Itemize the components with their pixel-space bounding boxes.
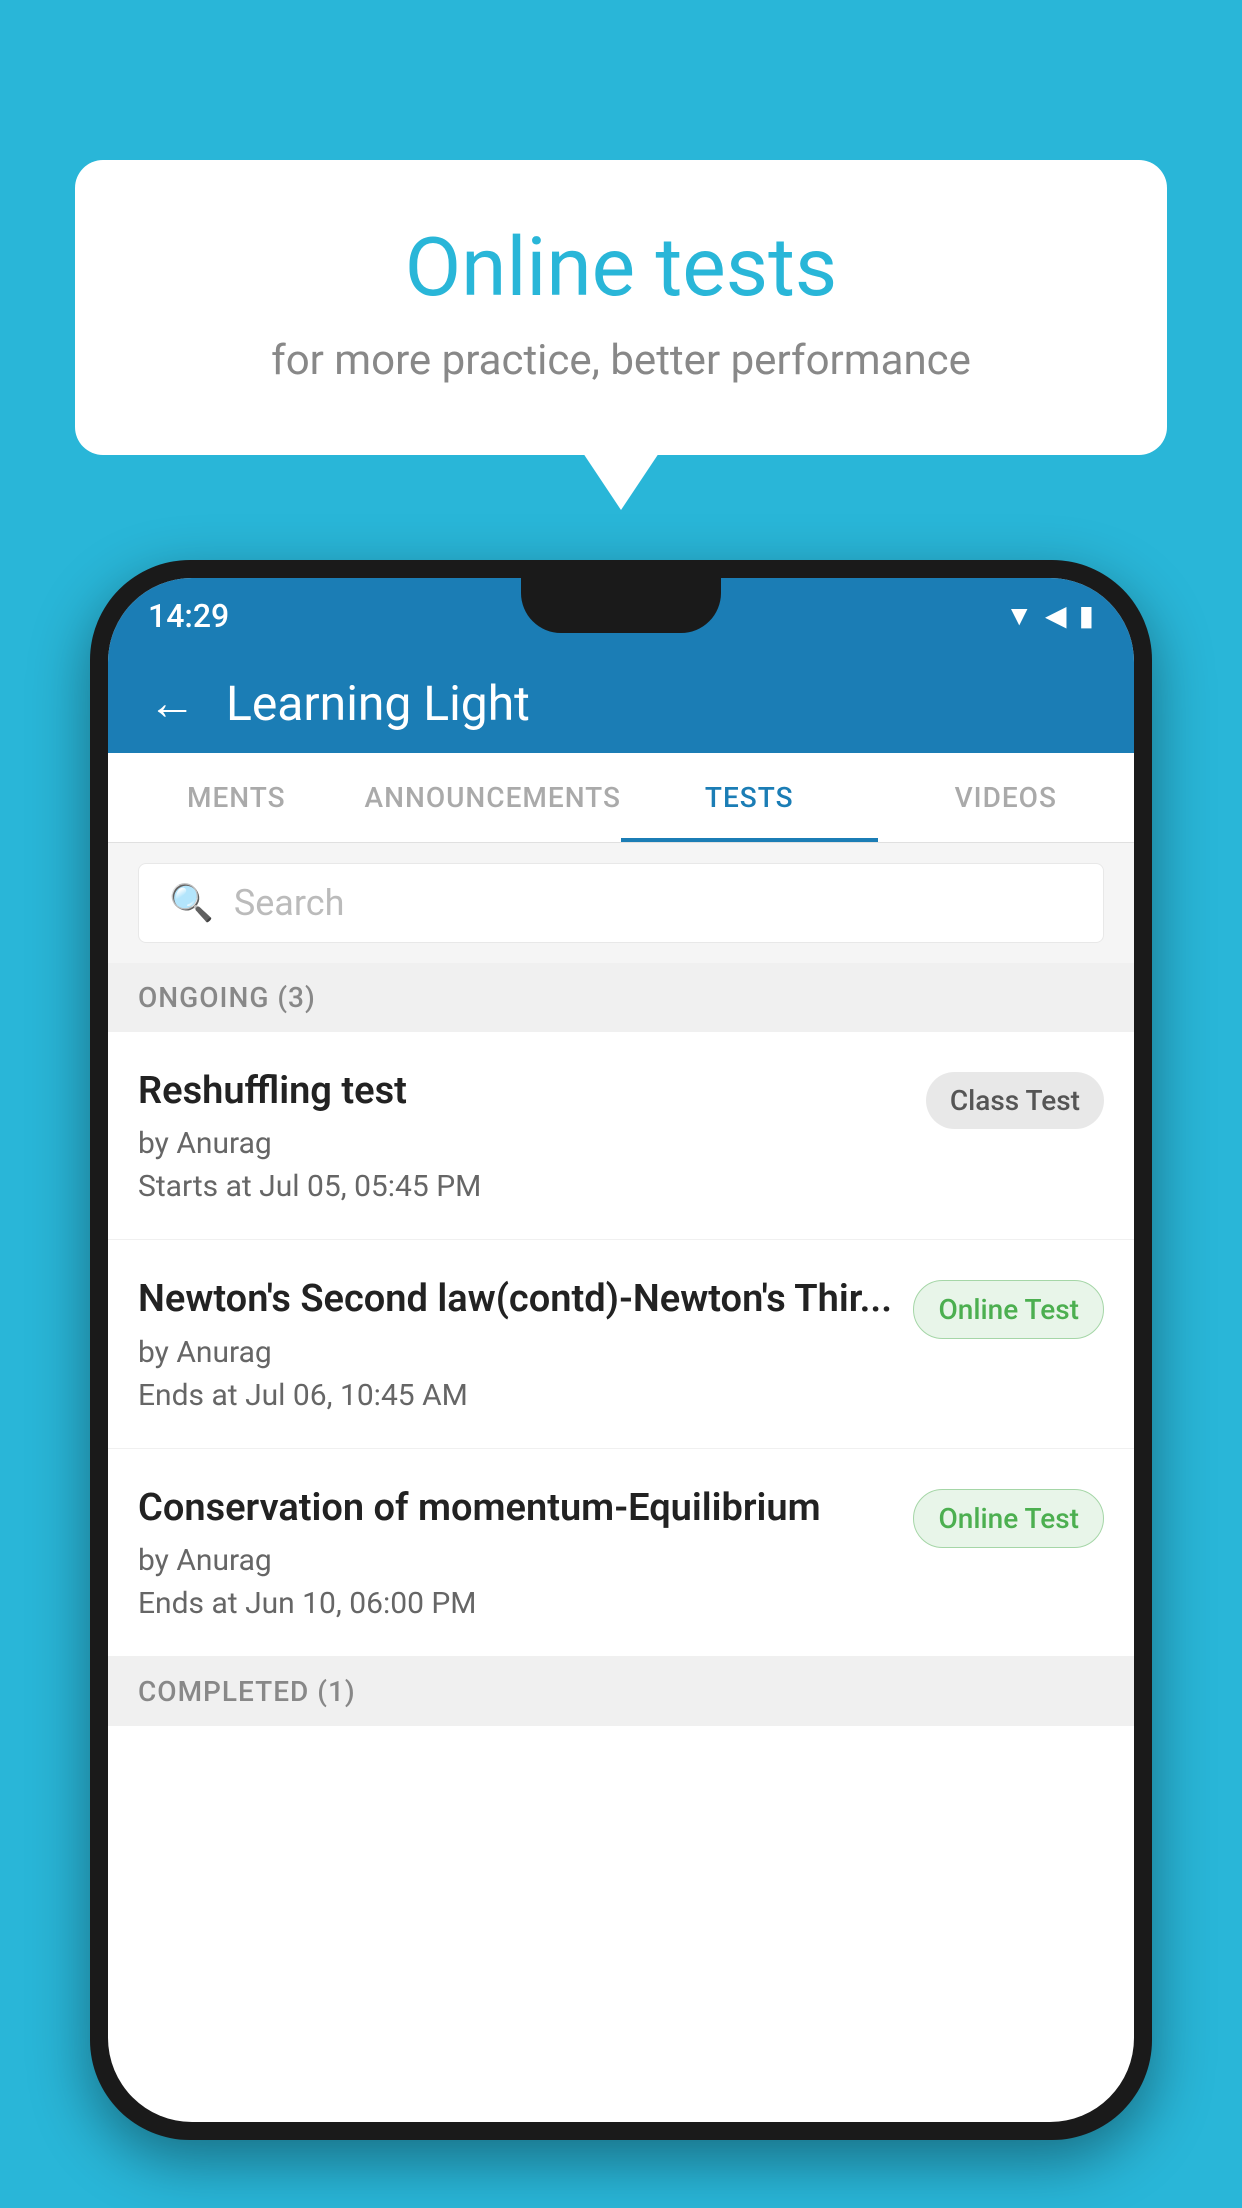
status-icons: ▼ ◀ ▮ — [1005, 599, 1094, 632]
completed-section-header: COMPLETED (1) — [108, 1657, 1134, 1726]
tab-ments[interactable]: MENTS — [108, 753, 365, 842]
search-icon: 🔍 — [169, 882, 214, 924]
search-placeholder: Search — [234, 882, 345, 924]
app-header: ← Learning Light — [108, 653, 1134, 753]
test-author-reshuffling: by Anurag — [138, 1126, 906, 1161]
bubble-subtitle: for more practice, better performance — [155, 336, 1087, 385]
ongoing-section-header: ONGOING (3) — [108, 963, 1134, 1032]
test-info-reshuffling: Reshuffling test by Anurag Starts at Jul… — [138, 1067, 926, 1204]
test-author-conservation: by Anurag — [138, 1543, 893, 1578]
search-bar[interactable]: 🔍 Search — [138, 863, 1104, 943]
battery-icon: ▮ — [1079, 599, 1094, 632]
phone-notch — [521, 578, 721, 633]
test-time-conservation: Ends at Jun 10, 06:00 PM — [138, 1586, 893, 1621]
ongoing-label: ONGOING (3) — [138, 981, 316, 1014]
wifi-icon: ▼ — [1005, 599, 1033, 632]
test-time-newton: Ends at Jul 06, 10:45 AM — [138, 1378, 893, 1413]
test-name-newton: Newton's Second law(contd)-Newton's Thir… — [138, 1275, 893, 1324]
test-info-conservation: Conservation of momentum-Equilibrium by … — [138, 1484, 913, 1621]
search-container: 🔍 Search — [108, 843, 1134, 963]
signal-icon: ◀ — [1045, 599, 1067, 632]
tab-videos[interactable]: VIDEOS — [878, 753, 1135, 842]
phone-frame: 14:29 ▼ ◀ ▮ ← Learning Light MENTS ANNOU… — [90, 560, 1152, 2140]
back-button[interactable]: ← — [148, 679, 196, 727]
completed-label: COMPLETED (1) — [138, 1675, 356, 1708]
status-time: 14:29 — [148, 597, 229, 635]
tabs-bar: MENTS ANNOUNCEMENTS TESTS VIDEOS — [108, 753, 1134, 843]
phone-screen: 14:29 ▼ ◀ ▮ ← Learning Light MENTS ANNOU… — [108, 578, 1134, 2122]
test-author-newton: by Anurag — [138, 1335, 893, 1370]
speech-bubble: Online tests for more practice, better p… — [75, 160, 1167, 455]
phone-container: 14:29 ▼ ◀ ▮ ← Learning Light MENTS ANNOU… — [90, 560, 1152, 2208]
test-item-conservation[interactable]: Conservation of momentum-Equilibrium by … — [108, 1449, 1134, 1657]
test-info-newton: Newton's Second law(contd)-Newton's Thir… — [138, 1275, 913, 1412]
test-item-reshuffling[interactable]: Reshuffling test by Anurag Starts at Jul… — [108, 1032, 1134, 1240]
test-name-reshuffling: Reshuffling test — [138, 1067, 906, 1116]
test-badge-newton: Online Test — [913, 1280, 1104, 1339]
test-item-newton[interactable]: Newton's Second law(contd)-Newton's Thir… — [108, 1240, 1134, 1448]
test-name-conservation: Conservation of momentum-Equilibrium — [138, 1484, 893, 1533]
app-title: Learning Light — [226, 675, 530, 732]
test-badge-reshuffling: Class Test — [926, 1072, 1104, 1129]
test-time-reshuffling: Starts at Jul 05, 05:45 PM — [138, 1169, 906, 1204]
tab-announcements[interactable]: ANNOUNCEMENTS — [365, 753, 622, 842]
tab-tests[interactable]: TESTS — [621, 753, 878, 842]
status-bar: 14:29 ▼ ◀ ▮ — [108, 578, 1134, 653]
test-badge-conservation: Online Test — [913, 1489, 1104, 1548]
bubble-title: Online tests — [155, 220, 1087, 316]
